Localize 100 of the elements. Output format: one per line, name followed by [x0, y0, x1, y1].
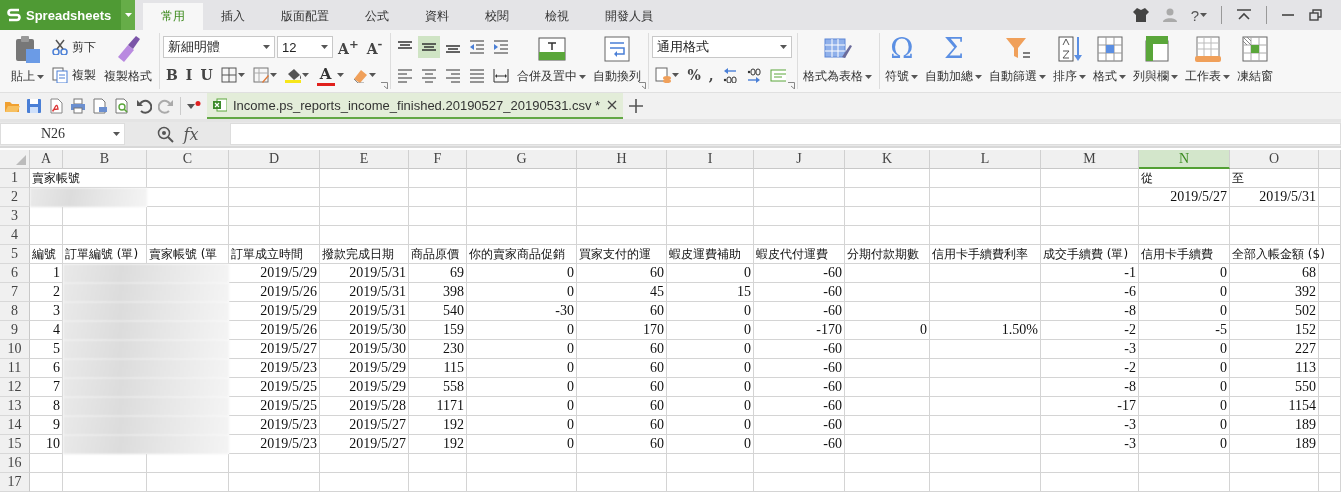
table-cell: -60 [754, 359, 845, 378]
font-name-field[interactable]: 新細明體 [163, 36, 275, 58]
font-color-button[interactable]: A [313, 64, 347, 86]
ribbon-button[interactable]: Ω 符號 [883, 33, 921, 89]
format-button[interactable]: I [182, 64, 196, 86]
format-button[interactable]: U [197, 64, 216, 86]
row-header[interactable]: 16 [0, 454, 30, 473]
app-menu-button[interactable]: Spreadsheets [0, 0, 135, 30]
row-header[interactable]: 2 [0, 188, 30, 207]
column-header[interactable]: H [577, 150, 667, 169]
ribbon-button[interactable]: 工作表 [1183, 33, 1233, 89]
column-header[interactable]: G [467, 150, 577, 169]
ribbon-button[interactable]: 剪下 [49, 36, 99, 58]
ribbon-button[interactable]: 格式 [1091, 33, 1129, 89]
table-cell: 45 [577, 283, 667, 302]
table-cell: 2019/5/29 [320, 359, 409, 378]
table-cell: 60 [577, 302, 667, 321]
row-header[interactable]: 9 [0, 321, 30, 340]
ribbon-tab[interactable]: 插入 [203, 3, 263, 30]
row-header[interactable]: 6 [0, 264, 30, 283]
column-header[interactable]: K [845, 150, 930, 169]
column-header[interactable]: A [30, 150, 63, 169]
ribbon-tab[interactable]: 公式 [347, 3, 407, 30]
table-cell: 0 [467, 321, 577, 340]
format-button[interactable]: A$^{-}$ [363, 36, 386, 58]
row-header[interactable]: 5 [0, 245, 30, 264]
format-button[interactable]: , [705, 64, 717, 86]
table-cell: 2019/5/31 [320, 302, 409, 321]
table-cell: 1171 [409, 397, 467, 416]
ribbon-tab[interactable]: 校閱 [467, 3, 527, 30]
table-cell: -60 [754, 435, 845, 454]
ribbon-button[interactable]: 排序 [1051, 33, 1089, 89]
column-header[interactable]: I [667, 150, 754, 169]
row-header[interactable]: 12 [0, 378, 30, 397]
table-cell: 成交手續費 (單) [1041, 245, 1139, 264]
format-button[interactable]: B [163, 64, 181, 86]
format-button[interactable]: A$^{+}$ [335, 36, 362, 58]
ribbon-tab[interactable]: 檢視 [527, 3, 587, 30]
help-button[interactable]: ? [1190, 6, 1207, 24]
table-cell: -60 [754, 283, 845, 302]
ribbon-button[interactable]: 格式為表格 [801, 33, 875, 89]
column-header[interactable]: E [320, 150, 409, 169]
ribbon-button[interactable]: 複製 [49, 64, 99, 86]
table-cell: 0 [1139, 264, 1230, 283]
table-cell: 0 [667, 302, 754, 321]
ribbon-button[interactable]: 貼上 [9, 33, 46, 89]
row-header[interactable]: 1 [0, 169, 30, 188]
row-header[interactable]: 14 [0, 416, 30, 435]
table-cell: 558 [409, 378, 467, 397]
name-box[interactable]: N26 [0, 123, 125, 145]
row-header[interactable]: 11 [0, 359, 30, 378]
row-header[interactable]: 8 [0, 302, 30, 321]
ribbon-tab[interactable]: 常用 [143, 3, 203, 30]
table-cell: 0 [667, 397, 754, 416]
table-cell: 192 [409, 435, 467, 454]
table-cell: 2019/5/29 [320, 378, 409, 397]
row-header[interactable]: 10 [0, 340, 30, 359]
ribbon-button[interactable]: 自動篩選 [987, 33, 1049, 89]
ribbon-button[interactable]: 凍結窗 [1235, 33, 1276, 89]
table-cell: 115 [409, 359, 467, 378]
table-cell: 0 [1139, 397, 1230, 416]
table-cell: -3 [1041, 435, 1139, 454]
ribbon-button[interactable]: Σ 自動加總 [923, 33, 985, 89]
row-header[interactable]: 7 [0, 283, 30, 302]
ribbon-button[interactable]: 複製格式 [102, 33, 154, 89]
ribbon-tab[interactable]: 資料 [407, 3, 467, 30]
table-cell: -3 [1041, 416, 1139, 435]
insert-function-button[interactable]: fx [183, 124, 199, 144]
table-cell: -1 [1041, 264, 1139, 283]
number-format-field[interactable]: 通用格式 [652, 36, 793, 58]
ribbon-button[interactable]: 合併及置中 [515, 33, 589, 89]
ribbon-button[interactable]: 自動換列 [591, 33, 644, 89]
column-header[interactable]: M [1041, 150, 1139, 169]
table-cell: 0 [467, 340, 577, 359]
format-button[interactable]: % [684, 64, 704, 86]
row-header[interactable]: 15 [0, 435, 30, 454]
column-header[interactable]: J [754, 150, 845, 169]
column-header[interactable]: D [229, 150, 320, 169]
table-cell: -60 [754, 416, 845, 435]
font-size-field[interactable]: 12 [277, 36, 333, 58]
table-cell: 0 [467, 416, 577, 435]
document-tab[interactable]: Income.ps_reports_income_finished.20190527_20190531.csv * [207, 93, 623, 119]
column-header[interactable]: C [147, 150, 229, 169]
column-header[interactable]: B [63, 150, 147, 169]
row-header[interactable]: 17 [0, 473, 30, 492]
table-cell: 550 [1230, 378, 1319, 397]
row-header[interactable]: 4 [0, 226, 30, 245]
row-header[interactable]: 13 [0, 397, 30, 416]
table-cell: 2019/5/27 [320, 416, 409, 435]
column-header[interactable]: O [1230, 150, 1319, 169]
column-header[interactable]: L [930, 150, 1041, 169]
row-header[interactable]: 3 [0, 207, 30, 226]
ribbon-tab[interactable]: 版面配置 [263, 3, 347, 30]
table-cell: 1154 [1230, 397, 1319, 416]
column-header[interactable]: F [409, 150, 467, 169]
table-cell: 0 [1139, 283, 1230, 302]
table-cell: 2019/5/28 [320, 397, 409, 416]
ribbon-tab[interactable]: 開發人員 [587, 3, 671, 30]
ribbon-button[interactable]: 列與欄 [1131, 33, 1181, 89]
table-cell: 60 [577, 359, 667, 378]
